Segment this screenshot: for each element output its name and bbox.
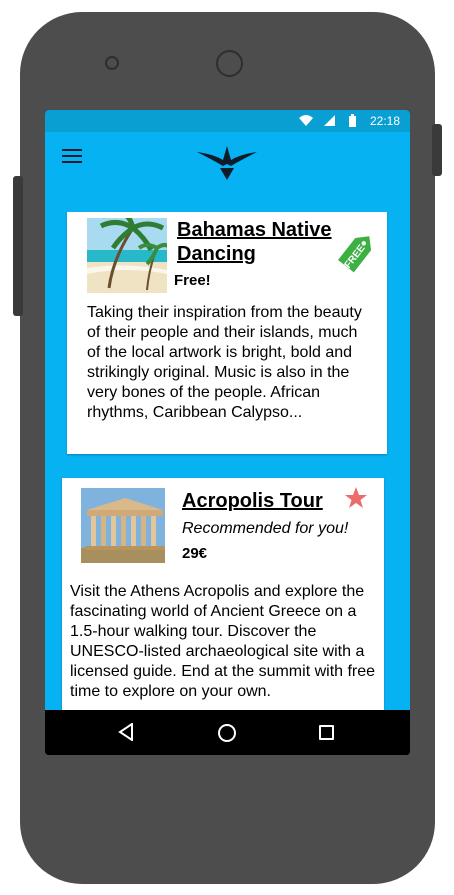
event-title[interactable]: Bahamas Native Dancing xyxy=(177,218,347,266)
event-title[interactable]: Acropolis Tour xyxy=(182,490,352,513)
acropolis-thumbnail xyxy=(81,488,165,563)
back-icon[interactable] xyxy=(118,723,134,741)
app-bar xyxy=(45,132,410,212)
events-list: Bahamas Native Dancing Free! FREE Taking… xyxy=(45,212,410,710)
event-price: Free! xyxy=(174,272,211,289)
event-card-bahamas[interactable]: Bahamas Native Dancing Free! FREE Taking… xyxy=(67,212,387,454)
event-description: Taking their inspiration from the beauty… xyxy=(87,304,362,421)
bird-logo-icon xyxy=(197,146,257,180)
event-card-acropolis[interactable]: Acropolis Tour Recommended for you! 29€ … xyxy=(62,478,384,710)
menu-icon[interactable] xyxy=(62,149,82,163)
beach-thumbnail xyxy=(87,218,167,293)
power-button xyxy=(432,124,442,176)
star-icon[interactable] xyxy=(344,486,368,510)
home-icon[interactable] xyxy=(218,724,236,742)
battery-icon xyxy=(349,114,356,127)
event-price: 29€ xyxy=(182,545,208,562)
status-bar: 22:18 xyxy=(45,110,410,132)
screen: 22:18 Bahamas Native Dancing Free! FREE … xyxy=(45,110,410,755)
signal-icon xyxy=(324,115,335,126)
camera-icon xyxy=(216,50,243,77)
status-time: 22:18 xyxy=(369,114,400,128)
wifi-icon xyxy=(299,115,313,126)
recommendation-label: Recommended for you! xyxy=(182,520,349,537)
sensor-icon xyxy=(105,56,119,70)
event-description: Visit the Athens Acropolis and explore t… xyxy=(70,583,376,700)
free-tag-icon: FREE xyxy=(338,236,372,273)
nav-bar xyxy=(45,710,410,755)
volume-button xyxy=(13,176,23,316)
recent-apps-icon[interactable] xyxy=(319,725,334,740)
